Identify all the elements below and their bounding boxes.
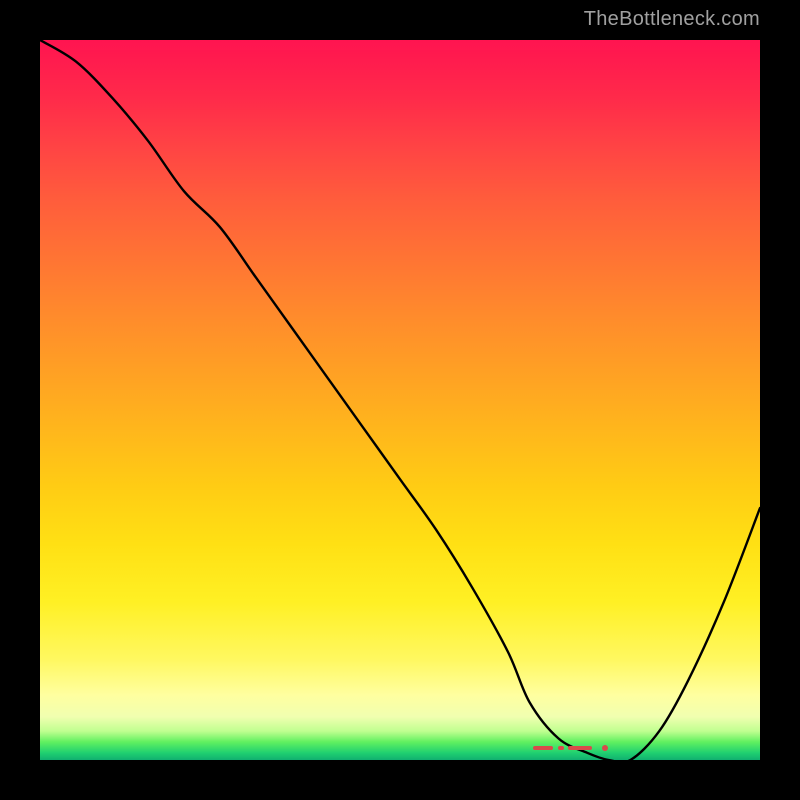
bottleneck-curve [40, 40, 760, 760]
marker-segment [558, 746, 564, 750]
marker-segment [533, 746, 553, 750]
watermark-label: TheBottleneck.com [584, 8, 760, 31]
curve-path [40, 40, 760, 760]
marker-segment [568, 746, 592, 750]
marker-dot-icon [602, 745, 608, 751]
plot-area [40, 40, 760, 760]
chart-stage: TheBottleneck.com [0, 0, 800, 800]
